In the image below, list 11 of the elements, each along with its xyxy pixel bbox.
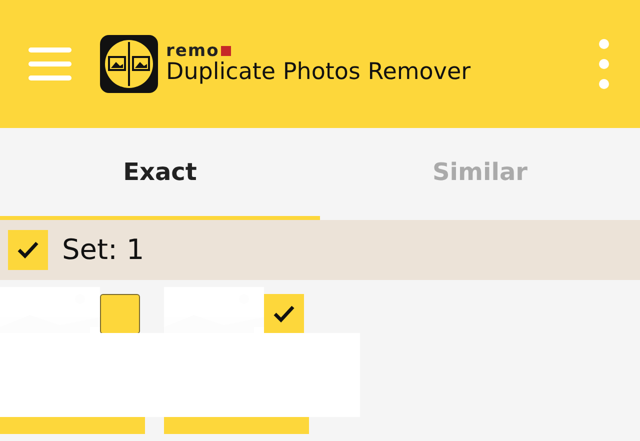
more-options-button[interactable] — [596, 38, 612, 90]
set-label: Set: 1 — [62, 232, 144, 268]
checkbox[interactable] — [264, 294, 304, 334]
checkbox[interactable] — [8, 230, 48, 270]
check-icon — [16, 240, 40, 260]
brand-mark-icon — [221, 46, 232, 56]
app-logo-icon — [100, 35, 158, 93]
checkbox[interactable] — [100, 294, 140, 334]
check-icon — [272, 304, 296, 324]
brand-name: remo — [166, 42, 220, 60]
app-title: Duplicate Photos Remover — [166, 60, 471, 86]
